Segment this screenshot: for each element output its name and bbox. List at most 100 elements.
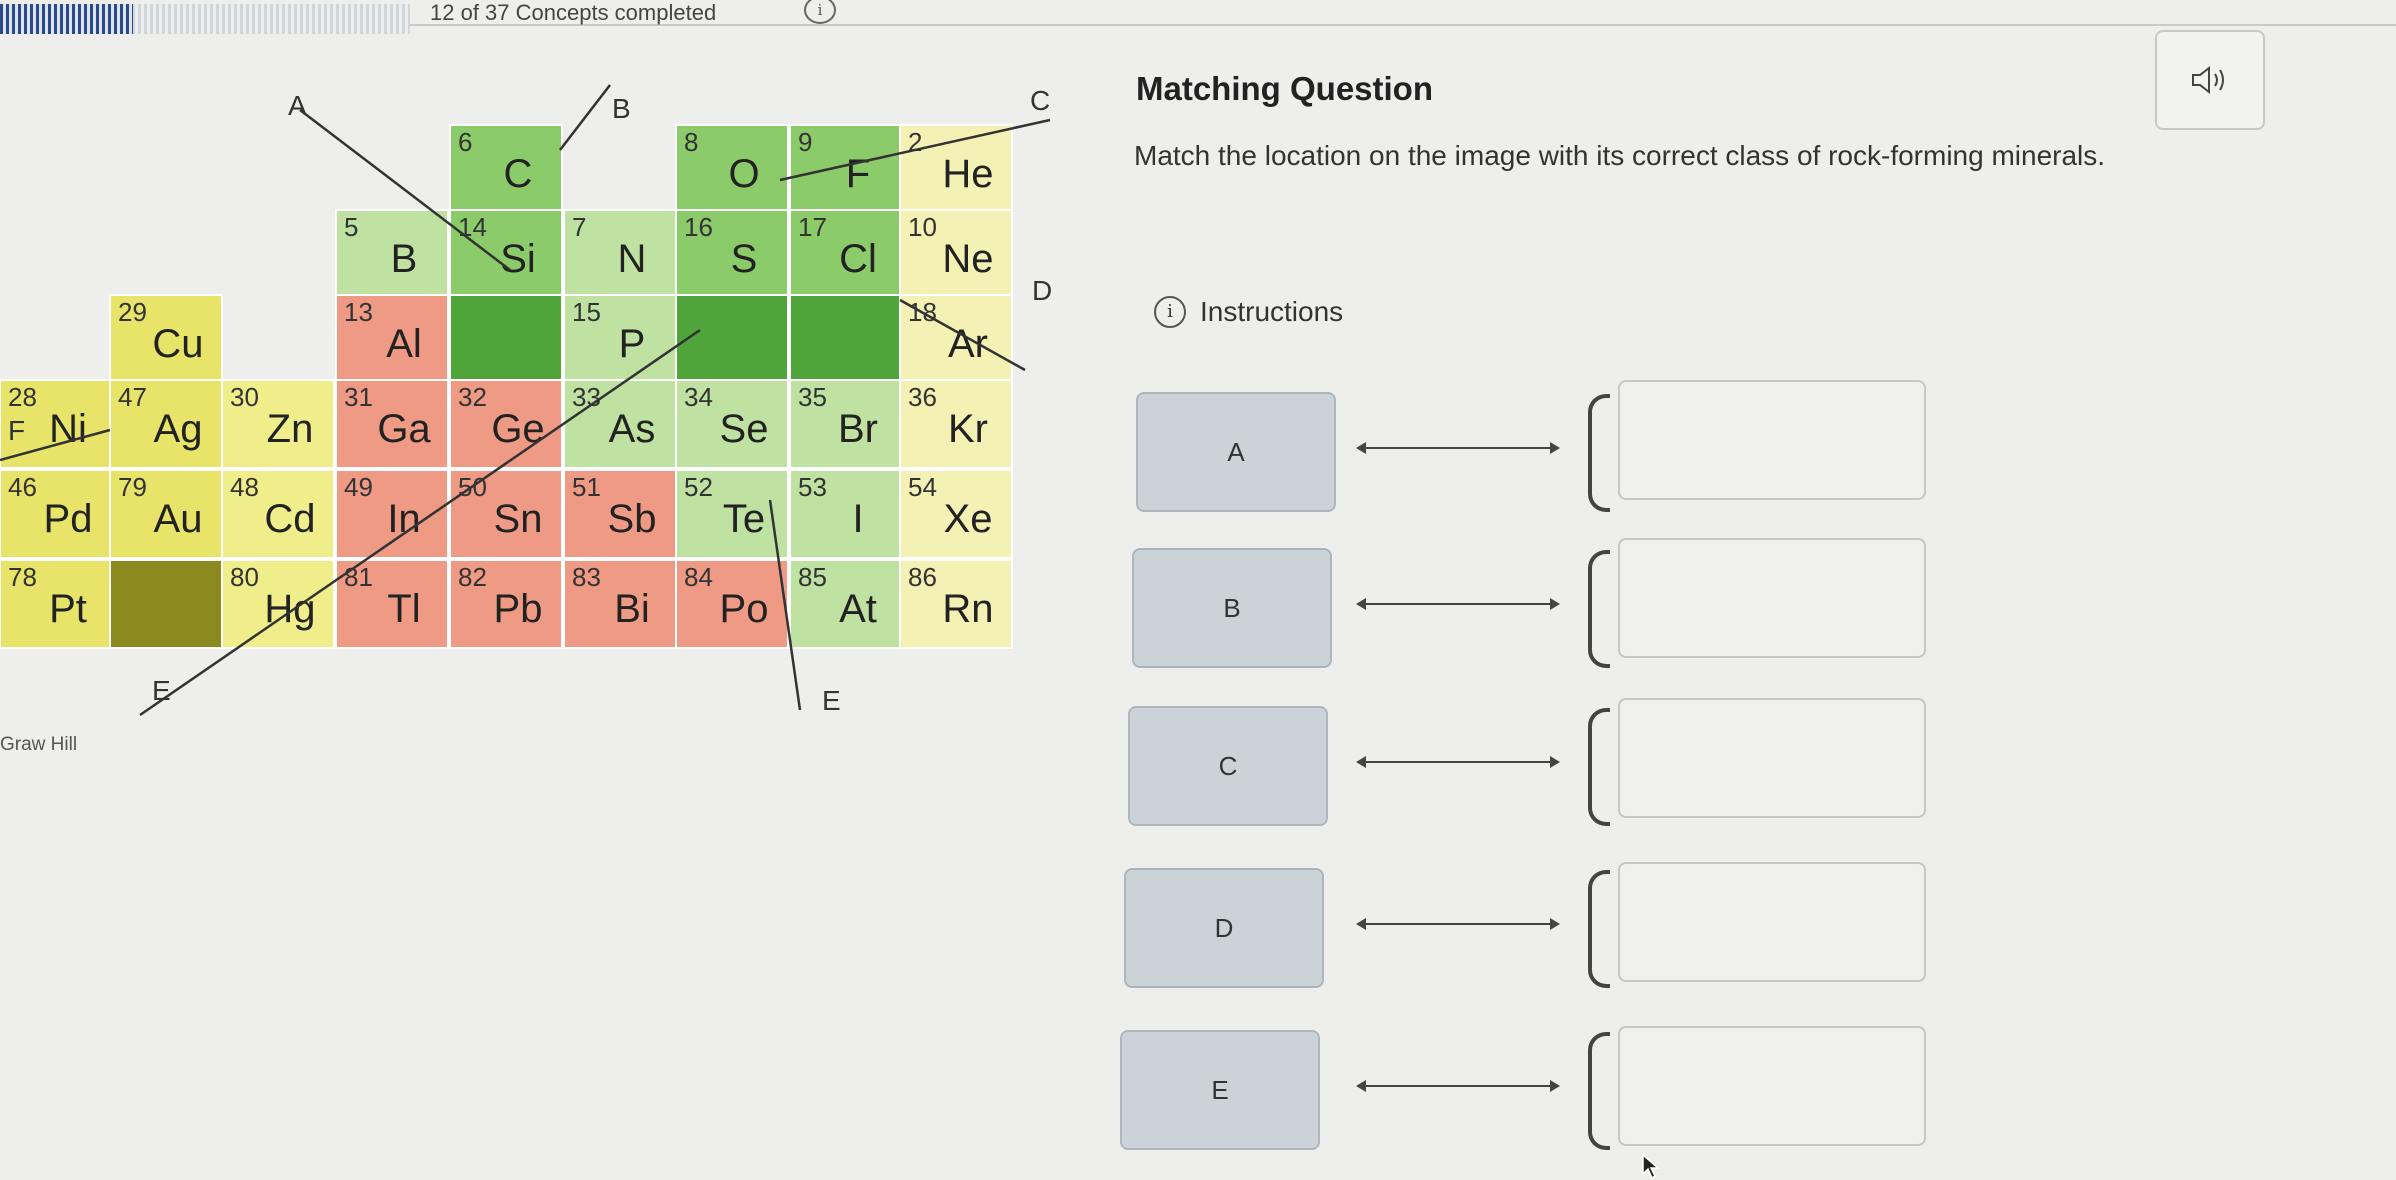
- element-symbol: Tl: [387, 587, 420, 631]
- element-number: 35: [798, 382, 827, 412]
- mouse-cursor-icon: [1642, 1154, 1661, 1180]
- element-number: 9: [798, 127, 812, 157]
- element-number: 83: [572, 562, 601, 592]
- question-title: Matching Question: [1136, 70, 1433, 107]
- periodic-table-figure: 6C8O9F2He5B14Si7N16S17Cl10Ne13Al15P18Ar2…: [0, 60, 1080, 720]
- match-target-c[interactable]: [1618, 698, 1926, 818]
- match-source-c[interactable]: C: [1128, 706, 1328, 826]
- bracket-icon: [1588, 870, 1610, 988]
- element-number: 34: [684, 382, 713, 412]
- element-cell: 50Sn: [449, 469, 563, 559]
- element-number: 30: [230, 382, 259, 412]
- element-number: 15: [572, 297, 601, 327]
- element-symbol: Zn: [267, 407, 314, 451]
- element-symbol: Br: [838, 407, 878, 451]
- element-number: 10: [908, 212, 937, 242]
- match-target-a[interactable]: [1618, 380, 1926, 500]
- element-cell: 16 S: [675, 209, 789, 299]
- element-symbol: At: [839, 587, 877, 631]
- element-cell: 10Ne: [899, 209, 1013, 299]
- element-symbol: Pd: [44, 497, 93, 541]
- element-number: 54: [908, 472, 937, 502]
- element-number: 2: [908, 127, 922, 157]
- question-prompt: Match the location on the image with its…: [1134, 140, 2106, 171]
- element-number: 81: [344, 562, 373, 592]
- element-number: 48: [230, 472, 259, 502]
- element-symbol: I: [852, 497, 863, 541]
- element-number: 7: [572, 212, 586, 242]
- bracket-icon: [1588, 550, 1610, 668]
- element-cell: 84Po: [675, 559, 789, 649]
- element-symbol: Al: [386, 322, 422, 366]
- instructions-toggle[interactable]: i Instructions: [1154, 296, 1343, 328]
- element-cell: 14 Si: [449, 209, 563, 299]
- speaker-icon: [2192, 65, 2224, 95]
- info-icon[interactable]: i: [804, 0, 836, 24]
- match-target-b[interactable]: [1618, 538, 1926, 658]
- element-symbol: Ar: [948, 322, 988, 366]
- element-cell: 79Au: [109, 469, 223, 559]
- bracket-icon: [1588, 1032, 1610, 1150]
- element-number: 79: [118, 472, 147, 502]
- element-cell: 47Ag: [109, 379, 223, 469]
- match-target-d[interactable]: [1618, 862, 1926, 982]
- element-symbol: Si: [500, 237, 536, 281]
- element-symbol: Cl: [839, 237, 877, 281]
- element-symbol: N: [618, 237, 647, 281]
- element-cell: [109, 559, 223, 649]
- line-label: E: [152, 675, 171, 706]
- element-symbol: Te: [723, 497, 765, 541]
- element-number: 36: [908, 382, 937, 412]
- element-number: 49: [344, 472, 373, 502]
- element-symbol: B: [391, 237, 418, 281]
- element-symbol: Cd: [264, 497, 315, 541]
- element-cell: 6C: [449, 124, 563, 214]
- match-source-a[interactable]: A: [1136, 392, 1336, 512]
- element-cell: 34Se: [675, 379, 789, 469]
- progress-bar-fill: [0, 4, 133, 34]
- element-cell: 36 Kr: [899, 379, 1013, 469]
- element-symbol: As: [609, 407, 656, 451]
- element-symbol: Sb: [608, 497, 657, 541]
- progress-header: 12 of 37 Concepts completed i: [0, 0, 2396, 34]
- element-number: 17: [798, 212, 827, 242]
- bracket-icon: [1588, 708, 1610, 826]
- match-connector-arrow: [1356, 598, 1560, 610]
- progress-bar: [0, 4, 410, 34]
- region-divider-line: [559, 84, 611, 151]
- match-source-e[interactable]: E: [1120, 1030, 1320, 1150]
- element-number: 14: [458, 212, 487, 242]
- element-number: 46: [8, 472, 37, 502]
- element-cell: 78 Pt: [0, 559, 113, 649]
- element-cell: 82Pb: [449, 559, 563, 649]
- element-cell: [449, 294, 563, 384]
- element-number: 52: [684, 472, 713, 502]
- element-symbol: Bi: [614, 587, 650, 631]
- element-symbol: Pb: [494, 587, 543, 631]
- element-symbol: Se: [720, 407, 769, 451]
- element-number: 53: [798, 472, 827, 502]
- match-connector-arrow: [1356, 442, 1560, 454]
- element-number: 78: [8, 562, 37, 592]
- element-cell: 9F: [789, 124, 903, 214]
- element-number: 82: [458, 562, 487, 592]
- read-aloud-button[interactable]: [2155, 30, 2265, 130]
- element-symbol: He: [942, 152, 993, 196]
- periodic-table-image: 6C8O9F2He5B14Si7N16S17Cl10Ne13Al15P18Ar2…: [0, 84, 1052, 717]
- line-label: C: [1030, 85, 1050, 116]
- line-label: F: [8, 415, 25, 446]
- element-number: 80: [230, 562, 259, 592]
- element-number: 84: [684, 562, 713, 592]
- element-cell: 2 He: [899, 124, 1013, 214]
- match-source-b[interactable]: B: [1132, 548, 1332, 668]
- element-number: 86: [908, 562, 937, 592]
- match-source-d[interactable]: D: [1124, 868, 1324, 988]
- line-label: D: [1032, 275, 1052, 306]
- element-cell: 33As: [563, 379, 677, 469]
- element-number: 47: [118, 382, 147, 412]
- element-number: 85: [798, 562, 827, 592]
- element-cell: 17 Cl: [789, 209, 903, 299]
- element-cell: [675, 294, 789, 384]
- element-symbol: Xe: [944, 497, 993, 541]
- match-target-e[interactable]: [1618, 1026, 1926, 1146]
